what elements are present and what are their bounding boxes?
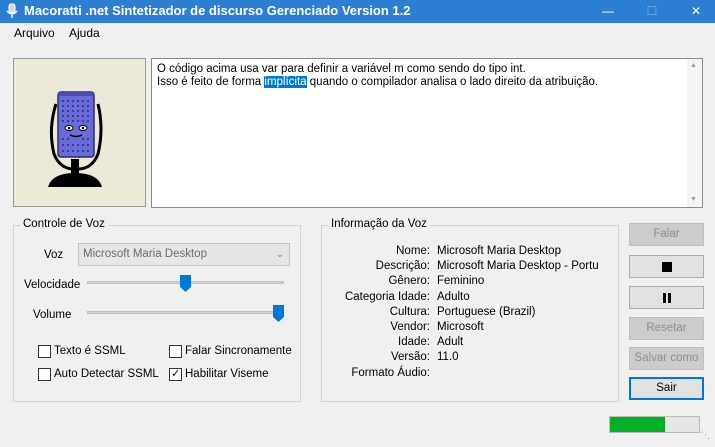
voice-info-key: Nome:: [396, 245, 430, 257]
selected-text: implícita: [264, 76, 307, 88]
reset-button[interactable]: Resetar: [629, 317, 704, 340]
speak-sync-checkbox[interactable]: [169, 345, 182, 358]
text-to-speak-area[interactable]: O código acima usa var para definir a va…: [151, 58, 703, 208]
enable-viseme-checkbox[interactable]: [169, 367, 182, 381]
enable-viseme-label: Habilitar Viseme: [185, 368, 269, 380]
pause-icon: [662, 293, 671, 303]
text-line-2: Isso é feito de forma implícita quando o…: [157, 76, 598, 88]
voice-info-key: Descrição:: [375, 260, 430, 273]
pause-button[interactable]: [629, 286, 704, 309]
vertical-scrollbar[interactable]: ▲ ▼: [687, 59, 702, 207]
voice-info-value: 11.0: [437, 351, 459, 364]
volume-label: Volume: [33, 309, 72, 321]
speak-button[interactable]: Falar: [629, 223, 704, 246]
save-as-button[interactable]: Salvar como ..: [629, 347, 704, 385]
speak-sync-label: Falar Sincronamente: [185, 345, 292, 357]
voice-info-key: Versão:: [391, 351, 430, 364]
voice-info-key: Categoria Idade:: [344, 290, 430, 303]
progress-fill: [610, 417, 666, 432]
speed-label: Velocidade: [24, 279, 81, 291]
status-bar: [0, 412, 715, 447]
auto-detect-ssml-label: Auto Detectar SSML: [54, 368, 159, 380]
voice-select: Microsoft Maria Desktop ⌄: [78, 243, 290, 266]
minimize-button[interactable]: —: [590, 0, 626, 23]
chevron-down-icon: ⌄: [275, 249, 284, 260]
microphone-character-icon: [48, 91, 103, 187]
title-bar: Macoratti .net Sintetizador de discurso …: [0, 0, 715, 23]
maximize-button: ☐: [646, 4, 658, 18]
menu-bar: Arquivo Ajuda: [0, 23, 715, 43]
voice-info-value: Microsoft Maria Desktop: [437, 245, 561, 257]
voice-info-value: Adulto: [437, 290, 470, 303]
voice-info-value: Feminino: [437, 275, 485, 288]
text-line-2-before: Isso é feito de forma: [157, 76, 265, 88]
text-line-1: O código acima usa var para definir a va…: [157, 63, 526, 75]
voice-info-title: Informação da Voz: [328, 218, 430, 230]
voice-info-key: Vendor:: [390, 321, 430, 333]
menu-ajuda[interactable]: Ajuda: [69, 26, 100, 40]
voice-info-value: Portuguese (Brazil): [437, 305, 536, 318]
resize-grip-icon[interactable]: ⋱: [701, 430, 710, 441]
voice-select-value: Microsoft Maria Desktop: [83, 248, 207, 260]
app-icon: [6, 3, 18, 18]
close-button[interactable]: ✕: [678, 0, 714, 23]
progress-bar: [609, 416, 700, 433]
voice-info-value: Microsoft: [437, 321, 484, 333]
voice-control-title: Controle de Voz: [20, 218, 108, 230]
exit-button[interactable]: Sair: [629, 377, 704, 400]
voice-info-key: Cultura:: [389, 305, 430, 318]
voice-info-key: Gênero:: [388, 275, 430, 288]
scroll-up-icon[interactable]: ▲: [690, 62, 697, 69]
menu-arquivo[interactable]: Arquivo: [14, 26, 55, 40]
voice-info-key: Idade:: [398, 336, 430, 349]
ssml-text-label: Texto é SSML: [54, 345, 126, 357]
viseme-avatar-panel: [13, 58, 146, 207]
stop-button[interactable]: [629, 255, 704, 278]
ssml-text-checkbox[interactable]: [38, 345, 51, 358]
text-line-2-after: quando o compilador analisa o lado direi…: [306, 76, 599, 88]
voice-label: Voz: [44, 249, 64, 261]
stop-icon: [661, 262, 672, 272]
voice-info-value: Adult: [437, 336, 464, 349]
voice-info-key: Formato Áudio:: [351, 366, 430, 379]
window-title: Macoratti .net Sintetizador de discurso …: [24, 3, 411, 18]
voice-info-value: Microsoft Maria Desktop - Portu: [437, 260, 599, 273]
volume-slider-track[interactable]: [87, 311, 284, 314]
auto-detect-ssml-checkbox[interactable]: [38, 368, 51, 381]
scroll-down-icon[interactable]: ▼: [690, 196, 697, 203]
